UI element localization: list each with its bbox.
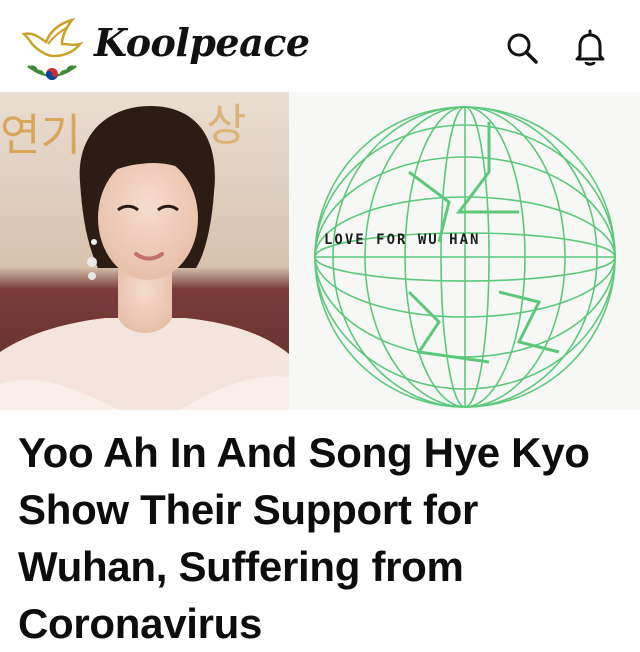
hero-image[interactable]: 연기 상 LOVE FOR WU HAN: [0, 92, 640, 410]
app-header: Koolpeace: [0, 0, 640, 92]
svg-text:상: 상: [206, 100, 246, 151]
graphic-caption: LOVE FOR WU HAN: [324, 232, 481, 248]
svg-text:연기: 연기: [0, 110, 81, 161]
bell-icon[interactable]: [570, 28, 610, 68]
search-icon[interactable]: [502, 28, 542, 68]
brand-name[interactable]: Koolpeace: [94, 18, 310, 68]
dove-logo-icon[interactable]: [18, 14, 86, 84]
article-headline[interactable]: Yoo Ah In And Song Hye Kyo Show Their Su…: [18, 424, 624, 652]
portrait-photo: 연기 상: [0, 92, 289, 410]
